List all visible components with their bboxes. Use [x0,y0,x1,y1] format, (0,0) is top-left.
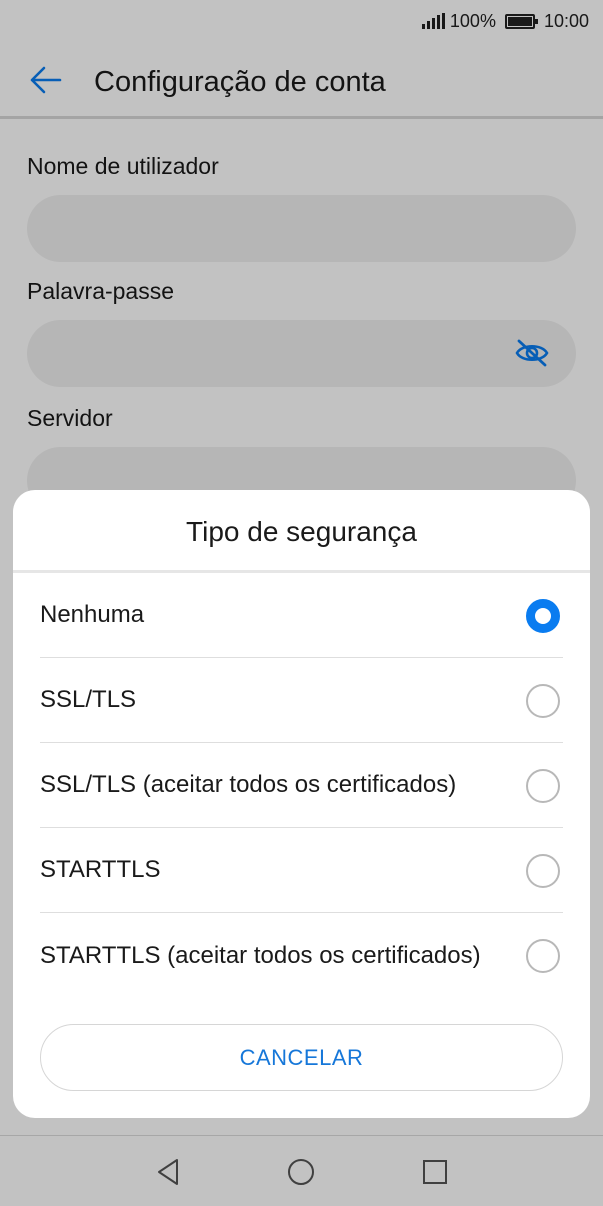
option-starttls-accept-all[interactable]: STARTTLS (aceitar todos os certificados) [40,913,563,998]
option-ssl-tls[interactable]: SSL/TLS [40,658,563,743]
option-label: STARTTLS [40,856,161,883]
option-label: SSL/TLS [40,686,137,713]
radio-unselected[interactable] [526,769,560,803]
radio-selected[interactable] [526,599,560,633]
security-type-dialog: Tipo de segurança Nenhuma SSL/TLS SSL/TL… [13,490,590,1118]
radio-unselected[interactable] [526,854,560,888]
option-none[interactable]: Nenhuma [40,573,563,658]
security-option-list: Nenhuma SSL/TLS SSL/TLS (aceitar todos o… [40,573,563,998]
option-ssl-tls-accept-all[interactable]: SSL/TLS (aceitar todos os certificados) [40,743,563,828]
radio-unselected[interactable] [526,939,560,973]
option-label: STARTTLS (aceitar todos os certificados) [40,941,481,969]
option-label: Nenhuma [40,601,145,628]
radio-unselected[interactable] [526,684,560,718]
option-starttls[interactable]: STARTTLS [40,828,563,913]
option-label: SSL/TLS (aceitar todos os certificados) [40,771,457,798]
cancel-button[interactable]: CANCELAR [40,1024,563,1091]
dialog-title: Tipo de segurança [186,516,417,547]
